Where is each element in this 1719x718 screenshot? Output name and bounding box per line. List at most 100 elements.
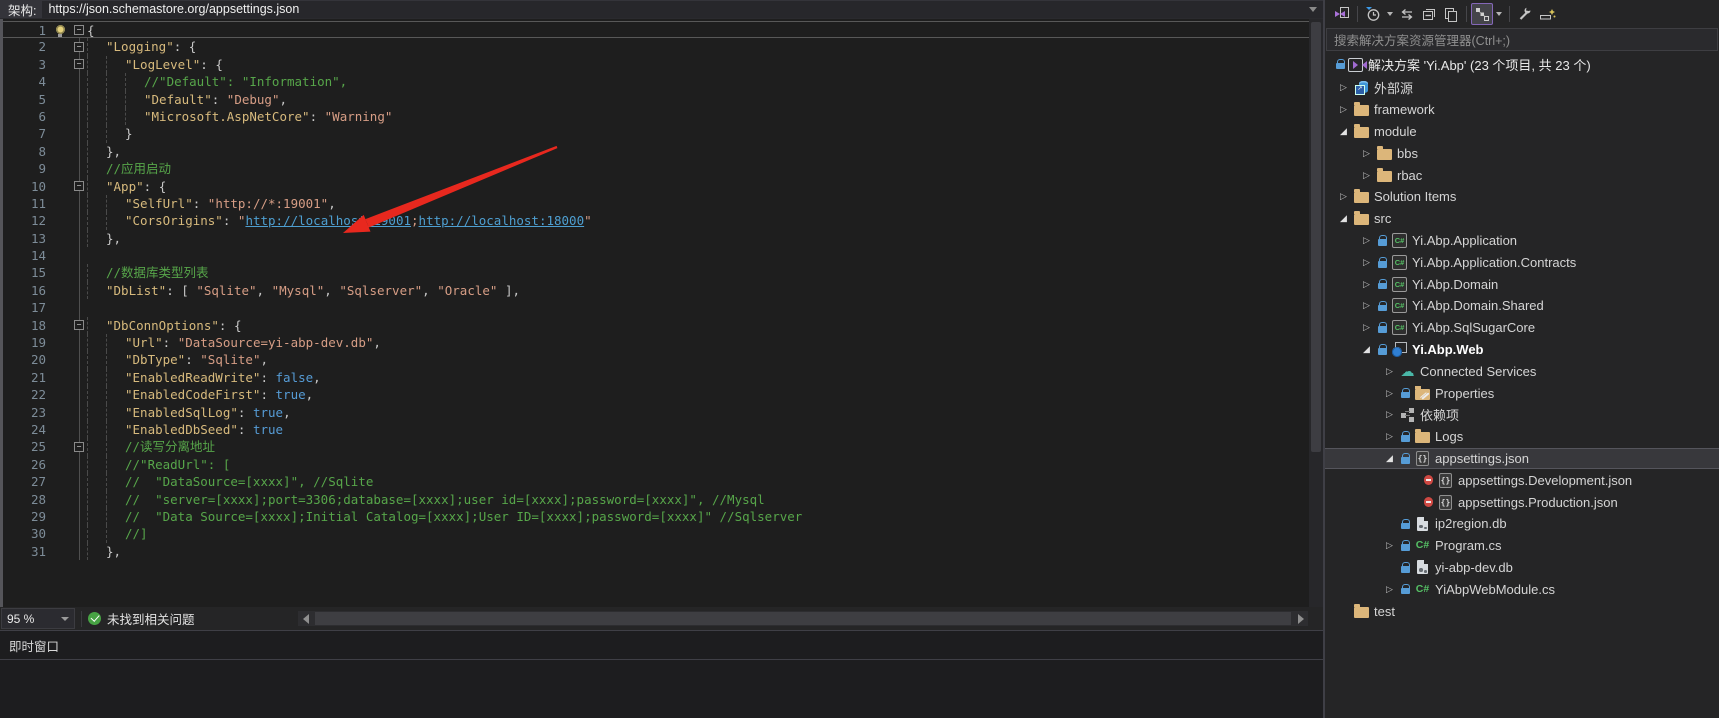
code-line-25[interactable]: 25−//读写分离地址	[3, 438, 1309, 455]
pending-changes-filter-button[interactable]	[1362, 3, 1384, 25]
expand-arrow-icon[interactable]: ▷	[1358, 148, 1375, 159]
code-line-22[interactable]: 22"EnabledCodeFirst": true,	[3, 386, 1309, 403]
code-line-4[interactable]: 4//"Default": "Information",	[3, 73, 1309, 90]
expand-arrow-icon[interactable]: ▷	[1358, 257, 1375, 268]
tree-item-bbs[interactable]: ▷bbs	[1325, 142, 1719, 164]
tree-item-yiabpwebmodule-cs[interactable]: ▷C#YiAbpWebModule.cs	[1325, 578, 1719, 600]
code-line-12[interactable]: 12"CorsOrigins": "http://localhost:19001…	[3, 212, 1309, 229]
fold-collapse-icon[interactable]: −	[74, 442, 84, 452]
code-line-21[interactable]: 21"EnabledReadWrite": false,	[3, 369, 1309, 386]
tree-item-framework[interactable]: ▷framework	[1325, 99, 1719, 121]
code-line-20[interactable]: 20"DbType": "Sqlite",	[3, 351, 1309, 368]
collapse-arrow-icon[interactable]: ◢	[1335, 126, 1352, 137]
expand-arrow-icon[interactable]: ▷	[1381, 584, 1398, 595]
tree-item-connected-services[interactable]: ▷☁Connected Services	[1325, 360, 1719, 382]
code-line-17[interactable]: 17	[3, 299, 1309, 316]
chevron-down-icon[interactable]	[1309, 7, 1317, 12]
show-all-files-button[interactable]	[1440, 3, 1462, 25]
tree-item-yi-abp-domain-shared[interactable]: ▷C#Yi.Abp.Domain.Shared	[1325, 295, 1719, 317]
expand-arrow-icon[interactable]: ▷	[1381, 409, 1398, 420]
tree-item-src[interactable]: ◢src	[1325, 208, 1719, 230]
tree-item-appsettings-development-json[interactable]: appsettings.Development.json	[1325, 469, 1719, 491]
expand-arrow-icon[interactable]: ▷	[1381, 540, 1398, 551]
horizontal-scrollbar-thumb[interactable]	[315, 612, 1291, 625]
fold-collapse-icon[interactable]: −	[74, 181, 84, 191]
code-editor[interactable]: 1−{2−"Logging": {3−"LogLevel": {4//"Defa…	[0, 19, 1323, 607]
chevron-down-icon[interactable]	[1496, 12, 1502, 16]
expand-arrow-icon[interactable]: ▷	[1358, 300, 1375, 311]
vertical-scrollbar-thumb[interactable]	[1311, 22, 1321, 452]
code-line-8[interactable]: 8},	[3, 143, 1309, 160]
tree-item-yi-abp-domain[interactable]: ▷C#Yi.Abp.Domain	[1325, 273, 1719, 295]
code-line-28[interactable]: 28// "server=[xxxx];port=3306;database=[…	[3, 491, 1309, 508]
scroll-right-button[interactable]	[1293, 614, 1308, 624]
expand-arrow-icon[interactable]: ▷	[1358, 235, 1375, 246]
tree-item-program-cs[interactable]: ▷C#Program.cs	[1325, 535, 1719, 557]
tree-item-module[interactable]: ◢module	[1325, 121, 1719, 143]
code-line-16[interactable]: 16"DbList": [ "Sqlite", "Mysql", "Sqlser…	[3, 282, 1309, 299]
tree-item-logs[interactable]: ▷Logs	[1325, 426, 1719, 448]
expand-arrow-icon[interactable]: ▷	[1358, 322, 1375, 333]
scroll-left-button[interactable]	[298, 614, 313, 624]
properties-wrench-button[interactable]	[1514, 3, 1536, 25]
tree-item-properties[interactable]: ▷Properties	[1325, 382, 1719, 404]
code-line-31[interactable]: 31},	[3, 543, 1309, 560]
code-line-6[interactable]: 6"Microsoft.AspNetCore": "Warning"	[3, 108, 1309, 125]
code-link[interactable]: http://localhost:18000	[419, 212, 585, 229]
code-line-27[interactable]: 27// "DataSource=[xxxx]", //Sqlite	[3, 473, 1309, 490]
code-line-18[interactable]: 18−"DbConnOptions": {	[3, 317, 1309, 334]
code-line-10[interactable]: 10−"App": {	[3, 178, 1309, 195]
expand-arrow-icon[interactable]: ▷	[1381, 366, 1398, 377]
vertical-scrollbar[interactable]	[1309, 19, 1323, 607]
code-line-9[interactable]: 9//应用启动	[3, 160, 1309, 177]
preview-selected-items-button[interactable]	[1536, 3, 1558, 25]
chevron-down-icon[interactable]	[61, 617, 69, 621]
tree-item--[interactable]: ▷依赖项	[1325, 404, 1719, 426]
code-line-29[interactable]: 29// "Data Source=[xxxx];Initial Catalog…	[3, 508, 1309, 525]
code-line-30[interactable]: 30//]	[3, 525, 1309, 542]
code-line-11[interactable]: 11"SelfUrl": "http://*:19001",	[3, 195, 1309, 212]
fold-collapse-icon[interactable]: −	[74, 59, 84, 69]
code-line-3[interactable]: 3−"LogLevel": {	[3, 56, 1309, 73]
tree-item--[interactable]: ▷外部源	[1325, 77, 1719, 99]
search-input[interactable]: 搜索解决方案资源管理器(Ctrl+;)	[1326, 28, 1718, 51]
solution-root-row[interactable]: 解决方案 'Yi.Abp' (23 个项目, 共 23 个)	[1325, 53, 1719, 75]
code-line-1[interactable]: 1−{	[3, 21, 1309, 38]
collapse-all-button[interactable]	[1418, 3, 1440, 25]
fold-collapse-icon[interactable]: −	[74, 320, 84, 330]
tree-item-appsettings-json[interactable]: ◢appsettings.json	[1325, 448, 1719, 470]
tree-item-rbac[interactable]: ▷rbac	[1325, 164, 1719, 186]
tree-item-yi-abp-sqlsugarcore[interactable]: ▷C#Yi.Abp.SqlSugarCore	[1325, 317, 1719, 339]
tree-item-yi-abp-web[interactable]: ◢Yi.Abp.Web	[1325, 339, 1719, 361]
expand-arrow-icon[interactable]: ▷	[1358, 170, 1375, 181]
code-line-2[interactable]: 2−"Logging": {	[3, 38, 1309, 55]
schema-url-combo[interactable]: https://json.schemastore.org/appsettings…	[42, 1, 1323, 18]
code-link[interactable]: http://localhost:19001	[245, 212, 411, 229]
expand-arrow-icon[interactable]: ▷	[1381, 431, 1398, 442]
code-line-13[interactable]: 13},	[3, 230, 1309, 247]
tree-item-solution-items[interactable]: ▷Solution Items	[1325, 186, 1719, 208]
sync-with-active-document-button[interactable]	[1396, 3, 1418, 25]
chevron-down-icon[interactable]	[1387, 12, 1393, 16]
fold-collapse-icon[interactable]: −	[74, 25, 84, 35]
code-line-15[interactable]: 15//数据库类型列表	[3, 264, 1309, 281]
expand-arrow-icon[interactable]: ▷	[1335, 82, 1352, 93]
expand-arrow-icon[interactable]: ▷	[1381, 388, 1398, 399]
expand-arrow-icon[interactable]: ▷	[1335, 104, 1352, 115]
fold-collapse-icon[interactable]: −	[74, 42, 84, 52]
expand-arrow-icon[interactable]: ▷	[1358, 279, 1375, 290]
code-line-26[interactable]: 26//"ReadUrl": [	[3, 456, 1309, 473]
switch-views-button[interactable]	[1331, 3, 1353, 25]
tree-item-yi-abp-application-contracts[interactable]: ▷C#Yi.Abp.Application.Contracts	[1325, 251, 1719, 273]
tree-item-appsettings-production-json[interactable]: appsettings.Production.json	[1325, 491, 1719, 513]
collapse-arrow-icon[interactable]: ◢	[1335, 213, 1352, 224]
collapse-arrow-icon[interactable]: ◢	[1381, 453, 1398, 464]
expand-arrow-icon[interactable]: ▷	[1335, 191, 1352, 202]
horizontal-scrollbar[interactable]	[298, 611, 1308, 626]
tree-item-yi-abp-dev-db[interactable]: yi-abp-dev.db	[1325, 557, 1719, 579]
track-active-item-button[interactable]	[1471, 3, 1493, 25]
lightbulb-icon[interactable]	[56, 25, 65, 34]
tree-item-ip2region-db[interactable]: ip2region.db	[1325, 513, 1719, 535]
tree-item-test[interactable]: test	[1325, 600, 1719, 622]
tree-item-yi-abp-application[interactable]: ▷C#Yi.Abp.Application	[1325, 230, 1719, 252]
